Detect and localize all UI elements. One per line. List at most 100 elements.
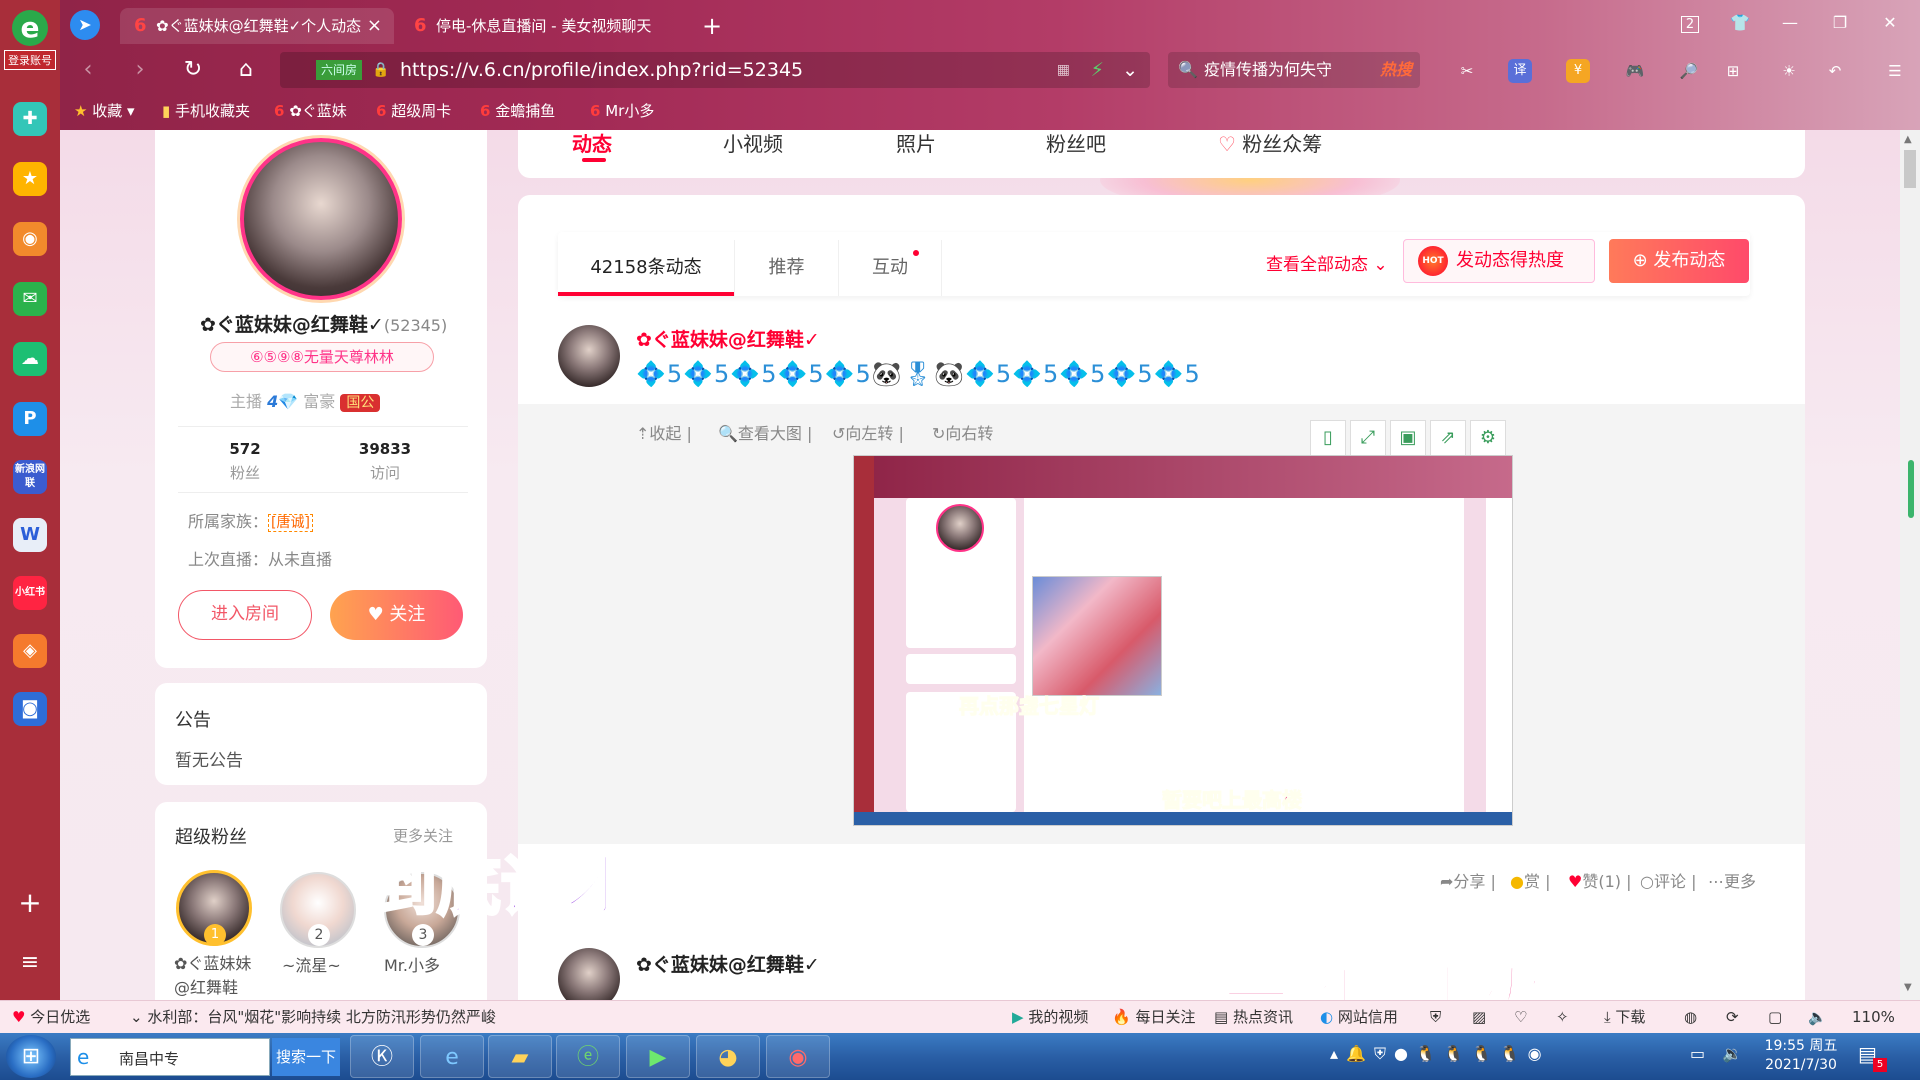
- browser-icon[interactable]: ⓔ: [556, 1035, 620, 1078]
- tab-all-posts[interactable]: 42158条动态: [558, 240, 734, 296]
- tab-count-button[interactable]: 2: [1670, 8, 1710, 38]
- taskbar-search-button[interactable]: 搜索一下: [272, 1038, 340, 1076]
- chevron-down-icon[interactable]: ⌄: [1122, 52, 1138, 88]
- back-button[interactable]: ‹: [70, 52, 106, 88]
- more-action[interactable]: ⋯更多: [1708, 868, 1756, 892]
- mascot-icon[interactable]: ◕: [696, 1035, 760, 1078]
- restore-button[interactable]: ❐: [1820, 8, 1860, 38]
- sidebar-menu-button[interactable]: ≡: [13, 950, 47, 975]
- k-app-icon[interactable]: Ⓚ: [350, 1035, 414, 1078]
- view-large-tool[interactable]: 🔍查看大图 |: [718, 420, 812, 444]
- ie-icon[interactable]: e: [420, 1035, 484, 1078]
- post-nickname[interactable]: ✿ぐ蓝妹妹@红舞鞋✓: [636, 325, 820, 352]
- fullscreen-icon[interactable]: ⤢: [1350, 420, 1386, 456]
- forward-button[interactable]: ›: [122, 52, 158, 88]
- login-block[interactable]: e 登录账号: [4, 10, 56, 72]
- publish-button[interactable]: ⊕ 发布动态: [1609, 239, 1749, 283]
- collapse-tool[interactable]: ⇡收起 |: [636, 420, 692, 444]
- health-icon[interactable]: ♡: [1514, 1001, 1527, 1034]
- bear-icon[interactable]: ◍: [1684, 1001, 1697, 1034]
- news-icon[interactable]: 新浪网联: [13, 460, 47, 494]
- cloud-icon[interactable]: ☁: [13, 342, 47, 376]
- brightness-icon[interactable]: ☀: [1774, 56, 1804, 86]
- scissors-icon[interactable]: ✂: [1452, 56, 1482, 86]
- coin-icon[interactable]: ¥: [1566, 59, 1590, 83]
- tray-icons[interactable]: ▴🔔⛨●🐧🐧🐧🐧◉: [1330, 1044, 1580, 1070]
- search-text[interactable]: 疫情传播为何失守: [1204, 52, 1332, 88]
- translate-icon[interactable]: 译: [1508, 59, 1532, 83]
- like-action[interactable]: ♥赞(1) |: [1568, 868, 1632, 892]
- download-item[interactable]: ⤓ 下载: [1604, 1001, 1645, 1034]
- scroll-down-icon[interactable]: ▼: [1904, 982, 1912, 993]
- p-icon[interactable]: P: [13, 402, 47, 436]
- tab-photos[interactable]: 照片: [896, 128, 936, 157]
- game-icon[interactable]: ◈: [13, 634, 47, 668]
- bookmark-favorites[interactable]: ★ 收藏 ▾: [74, 96, 135, 126]
- tab-crowdfunding[interactable]: ♡ 粉丝众筹: [1218, 128, 1322, 157]
- speaker-icon[interactable]: 🔉: [1722, 1044, 1742, 1063]
- sync-icon[interactable]: ⟳: [1726, 1001, 1739, 1034]
- app-icon[interactable]: ◙: [13, 692, 47, 726]
- hot-news[interactable]: ▤ 热点资讯: [1214, 1001, 1293, 1034]
- minimize-button[interactable]: —: [1770, 8, 1810, 38]
- rotate-left-tool[interactable]: ↺向左转 |: [832, 420, 904, 444]
- image-icon[interactable]: ▨: [1472, 1001, 1486, 1034]
- comment-action[interactable]: ○评论 |: [1640, 868, 1696, 892]
- daily-focus[interactable]: 🔥 每日关注: [1112, 1001, 1195, 1034]
- page-scrollbar[interactable]: ▲ ▼: [1900, 130, 1920, 1000]
- post-avatar[interactable]: [558, 325, 620, 387]
- tab-fan-bar[interactable]: 粉丝吧: [1046, 128, 1106, 157]
- view-all-dropdown[interactable]: 查看全部动态 ⌄: [1266, 250, 1388, 275]
- tab-short-video[interactable]: 小视频: [723, 128, 783, 157]
- find-icon[interactable]: 🔎: [1674, 56, 1704, 86]
- grid-icon[interactable]: ⊞: [1718, 56, 1748, 86]
- side-handle[interactable]: [1908, 460, 1914, 518]
- zoom-level[interactable]: 110%: [1852, 1001, 1895, 1034]
- plus-cross-icon[interactable]: ✚: [13, 102, 47, 136]
- bookmark-mobile[interactable]: ▮ 手机收藏夹: [162, 96, 250, 126]
- site-credit[interactable]: ◐ 网站信用: [1320, 1001, 1398, 1034]
- star-icon[interactable]: ★: [13, 162, 47, 196]
- enter-room-button[interactable]: 进入房间: [178, 590, 312, 640]
- family-tag[interactable]: [唐诚]: [268, 514, 313, 532]
- add-button[interactable]: +: [13, 886, 47, 919]
- mail-icon[interactable]: ✉: [13, 282, 47, 316]
- home-button[interactable]: ⌂: [228, 52, 264, 88]
- close-tab-icon[interactable]: ×: [367, 8, 382, 44]
- refresh-button[interactable]: ↻: [175, 52, 211, 88]
- taskbar-search-input[interactable]: e 南昌中专: [70, 1038, 270, 1076]
- post-nickname[interactable]: ✿ぐ蓝妹妹@红舞鞋✓: [636, 950, 820, 977]
- tab-live[interactable]: 6 停电-休息直播间 - 美女视频聊天: [400, 8, 664, 44]
- today-picks[interactable]: ♥ 今日优选: [12, 1001, 90, 1034]
- clean-icon[interactable]: ✧: [1556, 1001, 1569, 1034]
- color-app-icon[interactable]: ◉: [766, 1035, 830, 1078]
- save-icon[interactable]: ▣: [1390, 420, 1426, 456]
- fan-name[interactable]: ✿ぐ蓝妹妹@红舞鞋: [174, 952, 260, 1000]
- share-action[interactable]: ➦分享 |: [1440, 868, 1496, 892]
- hot-post-button[interactable]: HOT 发动态得热度: [1403, 239, 1595, 283]
- rotate-right-tool[interactable]: ↻向右转: [932, 420, 993, 444]
- phone-icon[interactable]: ▯: [1310, 420, 1346, 456]
- close-window-button[interactable]: ✕: [1870, 8, 1910, 38]
- player-icon[interactable]: ▶: [626, 1035, 690, 1078]
- reward-action[interactable]: ●赏 |: [1510, 868, 1550, 892]
- settings-icon[interactable]: ⚙: [1470, 420, 1506, 456]
- xiaohongshu-icon[interactable]: 小红书: [13, 576, 47, 610]
- url-text[interactable]: https://v.6.cn/profile/index.php?rid=523…: [400, 52, 803, 88]
- search-bar[interactable]: 🔍 疫情传播为何失守 热搜: [1168, 52, 1420, 88]
- undo-icon[interactable]: ↶: [1820, 56, 1850, 86]
- fan-name[interactable]: Mr.小多: [384, 952, 440, 976]
- news-ticker[interactable]: ⌄ 水利部：台风"烟花"影响持续 北方防汛形势仍然严峻: [130, 1001, 496, 1034]
- tab-profile[interactable]: 6 ✿ぐ蓝妹妹@红舞鞋✓个人动态 ×: [120, 8, 394, 44]
- bolt-icon[interactable]: ⚡: [1091, 52, 1104, 88]
- scroll-up-icon[interactable]: ▲: [1904, 134, 1912, 145]
- hot-search-label[interactable]: 热搜: [1380, 52, 1412, 88]
- my-videos[interactable]: ▶ 我的视频: [1012, 1001, 1088, 1034]
- gamepad-icon[interactable]: 🎮: [1620, 56, 1650, 86]
- scroll-thumb[interactable]: [1904, 150, 1916, 188]
- folder-icon[interactable]: ▰: [488, 1035, 552, 1078]
- weibo-icon[interactable]: ◉: [13, 222, 47, 256]
- start-button[interactable]: ⊞: [6, 1035, 56, 1078]
- post-image[interactable]: 再点那盏七星灯 暂要吧上最高楼: [853, 455, 1513, 826]
- bookmark-lanmei[interactable]: 6 ✿ぐ蓝妹: [274, 96, 347, 126]
